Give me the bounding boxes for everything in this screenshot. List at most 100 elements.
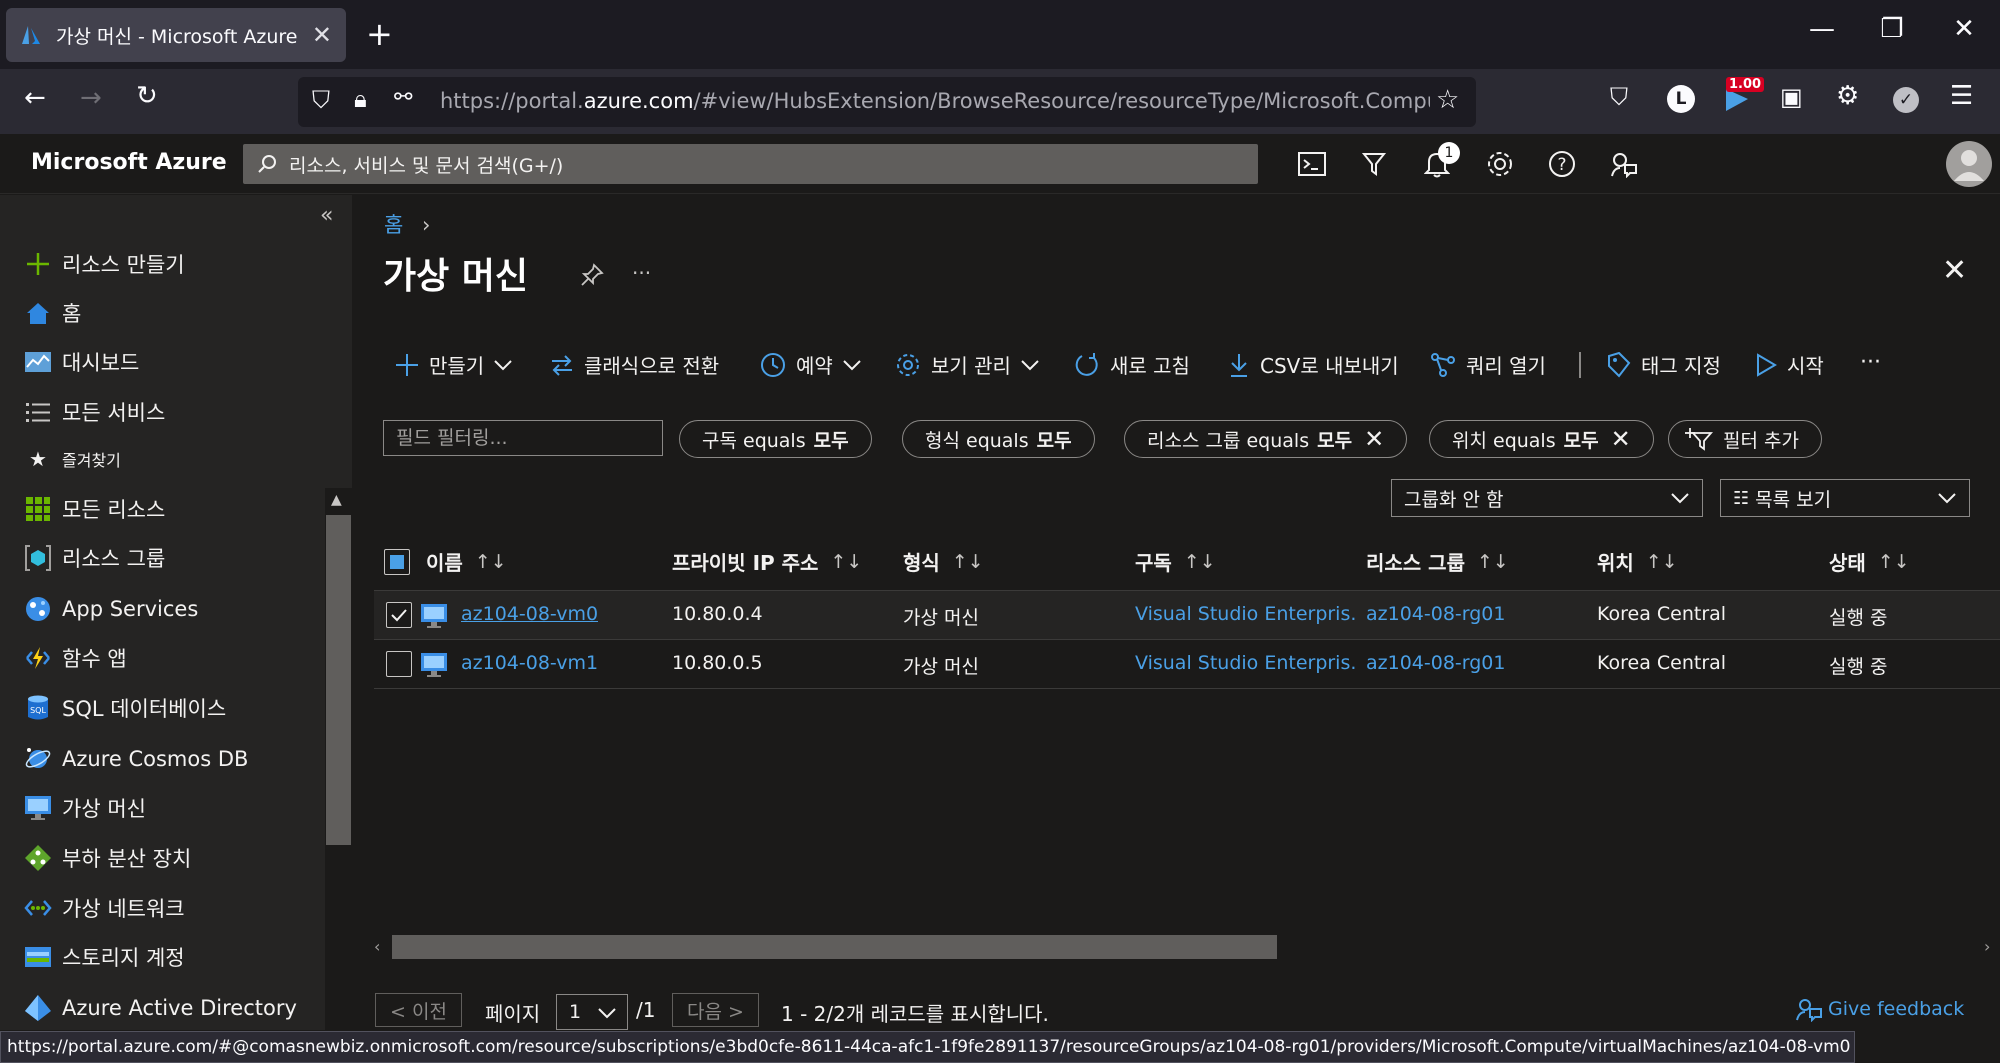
extension-gear-icon[interactable]: ⚙ [1836,81,1859,111]
filter-pill-subscription[interactable]: 구독 equals 모두 [679,420,872,458]
sidebar-item-function-apps[interactable]: 함수 앱 [24,640,127,676]
directory-filter-icon[interactable] [1358,148,1390,180]
next-page-button[interactable]: 다음 > [672,993,759,1027]
table-row[interactable]: az104-08-vm0 10.80.0.4 가상 머신 Visual Stud… [374,591,2000,640]
remove-filter-icon[interactable]: ✕ [1364,425,1384,453]
sort-icon[interactable]: ↑↓ [952,551,984,573]
column-header-private-ip[interactable]: 프라이빗 IP 주소 ↑↓ [672,547,862,576]
sidebar-item-storage-accounts[interactable]: 스토리지 계정 [24,939,185,975]
grouping-dropdown[interactable]: 그룹화 안 함 [1391,479,1703,517]
resource-group-link[interactable]: az104-08-rg01 [1366,652,1506,674]
sidebar-item-cosmos-db[interactable]: Azure Cosmos DB [24,741,248,777]
lock-icon[interactable]: 🔒︎ [354,85,367,113]
row-checkbox[interactable] [386,651,412,677]
close-tab-icon[interactable]: ✕ [312,21,332,49]
column-header-resource-group[interactable]: 리소스 그룹 ↑↓ [1366,547,1509,576]
sort-icon[interactable]: ↑↓ [830,551,862,573]
restore-window-icon[interactable]: ❐ [1872,14,1912,44]
close-blade-icon[interactable]: ✕ [1942,253,1967,288]
view-mode-dropdown[interactable]: ☷ 목록 보기 [1720,479,1970,517]
filter-pill-type[interactable]: 형식 equals 모두 [902,420,1095,458]
sort-icon[interactable]: ↑↓ [475,551,507,573]
table-row[interactable]: az104-08-vm1 10.80.0.5 가상 머신 Visual Stud… [374,640,2000,689]
open-query-button[interactable]: 쿼리 열기 [1430,350,1546,379]
sidebar-item-load-balancers[interactable]: 부하 분산 장치 [24,840,191,876]
refresh-button[interactable]: 새로 고침 [1074,350,1190,379]
sidebar-item-virtual-machines[interactable]: 가상 머신 [24,790,146,826]
profile-avatar[interactable]: L [1667,85,1695,113]
field-filter-input[interactable]: 필드 필터링... [383,420,663,456]
remove-filter-icon[interactable]: ✕ [1611,425,1631,453]
extension-check-icon[interactable]: ✓ [1893,87,1919,113]
sidebar-item-create-resource[interactable]: 리소스 만들기 [24,246,185,282]
azure-brand[interactable]: Microsoft Azure [31,150,227,175]
reader-icon[interactable]: ▣ [1780,83,1803,111]
feedback-icon[interactable] [1608,148,1640,180]
user-avatar[interactable] [1946,141,1992,187]
start-button[interactable]: 시작 [1755,350,1824,379]
export-csv-button[interactable]: CSV로 내보내기 [1228,350,1399,379]
create-button[interactable]: 만들기 [395,350,512,379]
sort-icon[interactable]: ↑↓ [1646,551,1678,573]
add-filter-button[interactable]: 필터 추가 [1668,420,1822,458]
vm-name-link[interactable]: az104-08-vm0 [461,603,598,625]
scroll-up-icon[interactable]: ▲ [331,492,342,508]
global-search-input[interactable]: 리소스, 서비스 및 문서 검색(G+/) [243,144,1258,184]
assign-tags-button[interactable]: 태그 지정 [1607,350,1721,379]
sidebar-item-virtual-networks[interactable]: 가상 네트워크 [24,890,185,926]
sidebar-item-resource-groups[interactable]: 리소스 그룹 [24,540,165,576]
subscription-link[interactable]: Visual Studio Enterpris... [1135,603,1355,625]
breadcrumb-home-link[interactable]: 홈 [384,213,403,237]
address-bar[interactable]: ⛉ 🔒︎ ⚯ https://portal.azure.com/#view/Hu… [298,77,1476,127]
filter-pill-location[interactable]: 위치 equals 모두 ✕ [1429,420,1654,458]
reload-icon[interactable]: ↻ [136,81,158,111]
vm-name-link[interactable]: az104-08-vm1 [461,652,598,674]
sort-icon[interactable]: ↑↓ [1878,551,1910,573]
sidebar-scroll-thumb[interactable] [326,515,351,845]
sidebar-item-all-services[interactable]: 모든 서비스 [24,394,165,430]
help-icon[interactable]: ? [1546,148,1578,180]
reservations-button[interactable]: 예약 [760,350,861,379]
sort-icon[interactable]: ↑↓ [1477,551,1509,573]
select-all-checkbox[interactable] [384,549,410,575]
pocket-icon[interactable]: ⛉ [1610,83,1628,111]
sidebar-item-sql-databases[interactable]: SQL SQL 데이터베이스 [24,690,226,726]
more-options-icon[interactable]: ··· [632,261,651,285]
scroll-left-icon[interactable]: ‹ [374,937,380,956]
give-feedback-link[interactable]: Give feedback [1796,996,1964,1022]
column-header-location[interactable]: 위치 ↑↓ [1597,547,1678,576]
forward-icon[interactable]: → [80,83,102,113]
subscription-link[interactable]: Visual Studio Enterpris... [1135,652,1355,674]
sort-icon[interactable]: ↑↓ [1184,551,1216,573]
column-header-subscription[interactable]: 구독 ↑↓ [1135,547,1216,576]
sidebar-item-azure-active-directory[interactable]: Azure Active Directory [24,990,297,1026]
pin-icon[interactable] [580,263,604,287]
page-select[interactable]: 1 [556,994,628,1030]
column-header-type[interactable]: 형식 ↑↓ [903,547,984,576]
row-checkbox[interactable] [386,602,412,628]
back-icon[interactable]: ← [24,83,46,113]
horizontal-scroll-thumb[interactable] [392,935,1277,959]
new-tab-icon[interactable]: + [366,16,393,52]
column-header-name[interactable]: 이름 ↑↓ [426,547,507,576]
sidebar-item-home[interactable]: 홈 [24,295,81,331]
toolbar-more-icon[interactable]: ··· [1860,350,1881,375]
close-window-icon[interactable]: ✕ [1944,14,1984,44]
permissions-icon[interactable]: ⚯ [394,85,412,110]
collapse-sidebar-icon[interactable]: « [320,203,333,228]
cloud-shell-icon[interactable] [1296,148,1328,180]
scroll-right-icon[interactable]: › [1984,937,1990,956]
bookmark-star-icon[interactable]: ☆ [1436,85,1459,115]
resource-group-link[interactable]: az104-08-rg01 [1366,603,1506,625]
sidebar-item-dashboard[interactable]: 대시보드 [24,344,139,380]
sidebar-item-app-services[interactable]: App Services [24,591,198,627]
table-horizontal-scrollbar[interactable]: ‹ › [374,935,2000,959]
minimize-window-icon[interactable]: — [1802,14,1842,44]
switch-to-classic-button[interactable]: 클래식으로 전환 [550,350,719,379]
sidebar-item-all-resources[interactable]: 모든 리소스 [24,491,165,527]
manage-view-button[interactable]: 보기 관리 [895,350,1039,379]
column-header-status[interactable]: 상태 ↑↓ [1829,547,1910,576]
browser-tab[interactable]: 가상 머신 - Microsoft Azure ✕ [6,8,346,62]
shield-icon[interactable]: ⛉ [312,86,330,114]
settings-gear-icon[interactable] [1484,148,1516,180]
